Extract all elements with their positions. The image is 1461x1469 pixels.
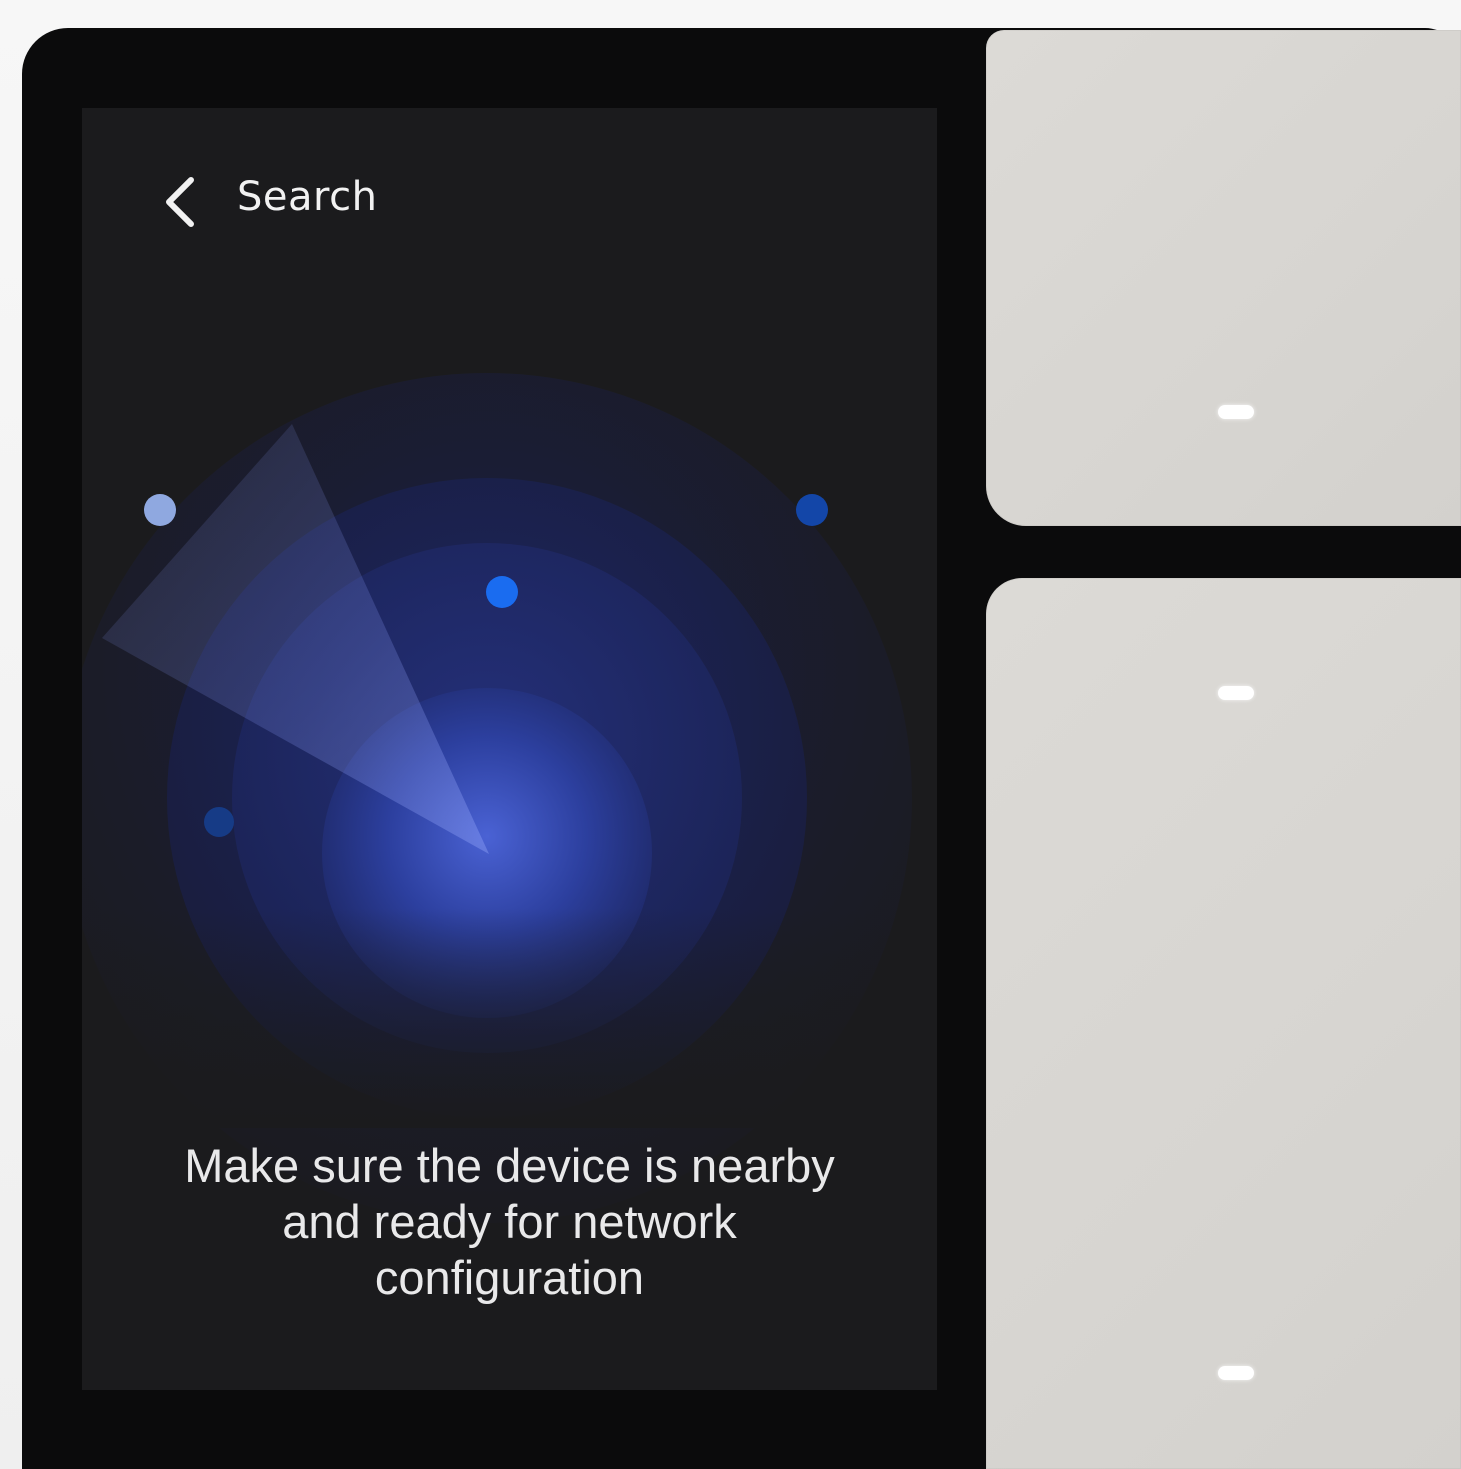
radar-fade (82, 908, 937, 1128)
scene: Search Make sure the device is nearby an… (0, 0, 1461, 1469)
instruction-message: Make sure the device is nearby and ready… (82, 1138, 937, 1306)
led-indicator-icon (1218, 686, 1254, 700)
instruction-line: Make sure the device is nearby (184, 1139, 835, 1192)
page-title: Search (237, 174, 378, 220)
wall-switch-bottom-button[interactable] (986, 578, 1461, 1469)
instruction-line: and ready for network (282, 1195, 737, 1248)
led-indicator-icon (1218, 405, 1254, 419)
chevron-left-icon (166, 177, 194, 227)
back-button[interactable] (154, 170, 208, 234)
device-dot-bright (486, 576, 518, 608)
wall-switch-top-button[interactable] (986, 30, 1461, 526)
device-dot-light (144, 494, 176, 526)
device-screen: Search Make sure the device is nearby an… (82, 108, 937, 1390)
led-indicator-icon (1218, 1366, 1254, 1380)
header: Search (82, 108, 937, 298)
device-dot-dim-left (204, 807, 234, 837)
instruction-line: configuration (374, 1251, 645, 1304)
device-dot-dim-right (796, 494, 828, 526)
